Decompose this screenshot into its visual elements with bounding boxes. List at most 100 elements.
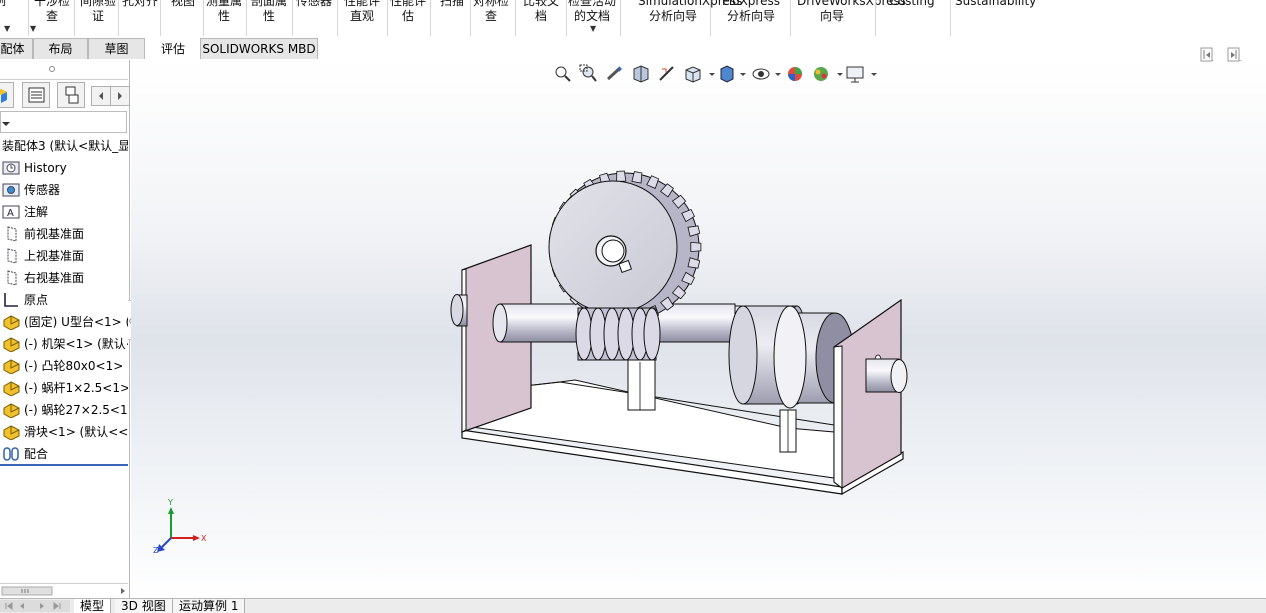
tree-item[interactable]: A 注解: [2, 202, 128, 222]
ribbon-dropdown-caret-icon[interactable]: ▼: [590, 24, 596, 33]
ribbon-separator: [790, 0, 791, 36]
command-manager-tabs: 配体 布局 草图 评估 SOLIDWORKS MBD: [0, 38, 1266, 60]
part-icon: [2, 380, 21, 397]
tab-motion-study-1[interactable]: 运动算例 1: [173, 599, 246, 613]
tree-item-label: 上视基准面: [24, 249, 85, 263]
ribbon-separator: [292, 0, 293, 36]
ribbon-separator: [246, 0, 247, 36]
tab-solidworks-mbd[interactable]: SOLIDWORKS MBD: [200, 38, 318, 59]
tree-item[interactable]: (-) 蜗杆1×2.5<1>: [2, 378, 128, 398]
ribbon-dropdown-caret-icon[interactable]: ▼: [30, 24, 36, 33]
tree-item-label: 滑块<1> (默认<<默: [24, 425, 128, 439]
ribbon-separator: [387, 0, 388, 36]
caret-down-icon: [2, 122, 10, 126]
viewport-nav-buttons: [1198, 47, 1258, 66]
tab-assembly[interactable]: 配体: [0, 38, 33, 59]
view-orientation-triad[interactable]: Y X Z: [153, 498, 207, 555]
tree-item-label: 注解: [24, 205, 49, 219]
tab-scroll-left[interactable]: [91, 86, 111, 106]
worm-part[interactable]: [575, 307, 661, 361]
mates-icon: [2, 446, 21, 462]
ribbon-separator: [620, 0, 621, 36]
worm-wheel-gear[interactable]: [548, 170, 702, 324]
ribbon-tool-17[interactable]: Costing: [877, 0, 947, 9]
tab-layout[interactable]: 布局: [33, 38, 88, 59]
gear-tooth: [616, 170, 627, 182]
property-list-icon: [28, 87, 45, 103]
next-view-icon[interactable]: [1227, 47, 1240, 62]
chevron-left-icon: [99, 92, 103, 100]
tree-item-label: 原点: [24, 293, 49, 307]
ribbon-separator: [28, 0, 29, 36]
tree-item-label: (-) 凸轮80x0<1> (: [24, 359, 128, 373]
tree-item[interactable]: 原点: [2, 290, 128, 310]
shaft-left-stub[interactable]: [450, 294, 468, 327]
assembly-model[interactable]: Y X Z: [131, 60, 1266, 598]
ribbon-separator: [710, 0, 711, 36]
configuration-manager-tab[interactable]: [57, 82, 85, 108]
ribbon-separator: [74, 0, 75, 36]
history-icon: [2, 160, 21, 176]
tree-item-label: History: [24, 161, 67, 175]
tab-sketch[interactable]: 草图: [88, 38, 145, 59]
feature-tree-icon: [0, 89, 7, 103]
tree-item[interactable]: 上视基准面: [2, 246, 128, 266]
tree-filter[interactable]: [0, 111, 127, 133]
tree-item[interactable]: 传感器: [2, 180, 128, 200]
tab-evaluate[interactable]: 评估: [148, 38, 198, 59]
triad-z-label: Z: [153, 546, 159, 555]
tree-root-label: 装配体3 (默认<默认_显: [2, 139, 128, 153]
ribbon-separator: [566, 0, 567, 36]
plane-icon: [2, 269, 21, 286]
triad-x-label: X: [201, 534, 207, 543]
panel-splitter[interactable]: [0, 61, 128, 80]
ribbon-tool-15[interactable]: FloXpress 分析向导: [716, 0, 786, 24]
ribbon-separator: [875, 0, 876, 36]
tree-item[interactable]: (固定) U型台<1> (: [2, 312, 128, 332]
plane-icon: [2, 225, 21, 242]
sensor-icon: [2, 182, 21, 198]
ribbon-tool-14[interactable]: SimulationXpress 分析向导: [638, 0, 742, 24]
property-manager-tab[interactable]: [22, 82, 50, 108]
part-icon: [2, 314, 21, 331]
part-icon: [2, 358, 21, 375]
graphics-viewport[interactable]: Y X Z: [131, 60, 1266, 598]
tree-item-label: (-) 蜗杆1×2.5<1>: [24, 381, 128, 395]
ribbon-separator: [160, 0, 161, 36]
tree-item[interactable]: 配合: [2, 444, 128, 464]
shaft-right-stub[interactable]: [865, 358, 908, 393]
tree-item[interactable]: (-) 机架<1> (默认<: [2, 334, 128, 354]
tree-rollback-bar[interactable]: [0, 464, 128, 466]
tree-item[interactable]: (-) 凸轮80x0<1> (: [2, 356, 128, 376]
tab-scroll-right[interactable]: [110, 86, 130, 106]
ribbon-dropdown-caret-icon[interactable]: ▼: [4, 24, 10, 33]
bottom-model-tabs: 模型 3D 视图 运动算例 1: [0, 598, 1266, 613]
tree-item[interactable]: 滑块<1> (默认<<默: [2, 422, 128, 442]
ribbon-separator: [118, 0, 119, 36]
ribbon-separator: [515, 0, 516, 36]
ribbon-separator: [470, 0, 471, 36]
tree-item[interactable]: History: [2, 158, 128, 178]
tab-3d-views[interactable]: 3D 视图: [115, 599, 173, 613]
tree-item-label: (-) 机架<1> (默认<: [24, 337, 128, 351]
horizontal-scrollbar[interactable]: [0, 583, 128, 598]
ribbon-tool-16[interactable]: DriveWorksXpress 向导: [797, 0, 906, 24]
triad-y-label: Y: [167, 498, 173, 507]
tree-item[interactable]: (-) 蜗轮27×2.5<1>: [2, 400, 128, 420]
tree-item[interactable]: 右视基准面: [2, 268, 128, 288]
ribbon-separator: [337, 0, 338, 36]
tab-scroll-buttons[interactable]: [0, 599, 72, 613]
plane-icon: [2, 247, 21, 264]
tree-item-label: 右视基准面: [24, 271, 85, 285]
part-icon: [2, 402, 21, 419]
ribbon-tool-18[interactable]: Sustainability: [955, 0, 1036, 9]
tree-item[interactable]: 前视基准面: [2, 224, 128, 244]
tree-root-assembly[interactable]: 装配体3 (默认<默认_显: [2, 136, 128, 156]
feature-manager-tab[interactable]: [0, 82, 14, 108]
previous-view-icon[interactable]: [1200, 47, 1213, 62]
scrollbar-track: [1, 586, 125, 596]
ribbon-tool-13[interactable]: 检查活动 的文档: [557, 0, 627, 24]
ribbon-separator: [950, 0, 951, 36]
tab-model[interactable]: 模型: [74, 599, 112, 613]
tree-item-label: 配合: [24, 447, 49, 461]
